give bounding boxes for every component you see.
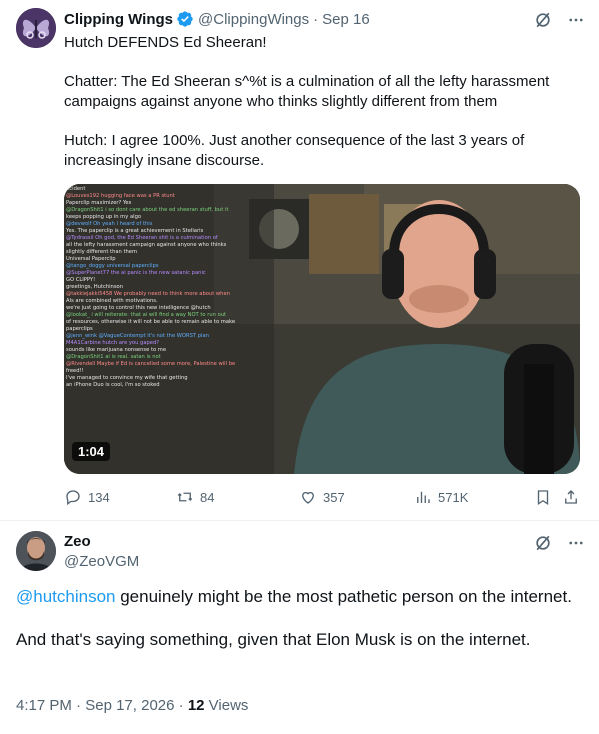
share-icon <box>565 490 577 504</box>
tweet-paragraph: Hutch: I agree 100%. Just another conseq… <box>64 132 525 169</box>
chat-line: of resources, otherwise it will not be a… <box>66 319 236 325</box>
share-button[interactable] <box>562 488 586 506</box>
tweet-header: Clipping Wings @ClippingWings · Sep 16 <box>64 10 370 28</box>
video-duration-badge: 1:04 <box>72 442 111 461</box>
chat-line: @Louves192 hugging face was a PR stunt <box>66 193 175 199</box>
more-icon[interactable] <box>567 534 585 552</box>
chat-line: @jenn_wink @VagueContempt it's not the W… <box>66 333 209 339</box>
chat-line: @tango_doggy universal paperclips <box>66 263 159 269</box>
tweet-paragraph: Hutch DEFENDS Ed Sheeran! <box>64 34 267 51</box>
views-count: 12 <box>187 697 205 714</box>
butterfly-scissors-logo <box>16 8 56 48</box>
views-chart-icon <box>417 491 430 503</box>
chat-line: @DragonShit1 i so dont care about the ed… <box>66 207 229 213</box>
chat-line: @Tydrassil Oh god, the Ed Sheeran shit i… <box>66 235 218 241</box>
quoted-tweet: Clipping Wings @ClippingWings · Sep 16 H… <box>0 0 599 521</box>
views-count: 571K <box>438 489 469 505</box>
tweet-meta: 4:17 PM · Sep 17, 2026 · 12 Views <box>16 697 248 714</box>
views-button[interactable]: 571K <box>414 488 468 506</box>
tweet-time[interactable]: 4:17 PM <box>16 697 72 714</box>
chat-line: @DragonShit1 ai is real. satan is not <box>66 354 161 360</box>
chat-line: greetings, Hutchinson <box>66 284 124 290</box>
main-tweet: Zeo @ZeoVGM @hutchinson genuinely might … <box>0 521 599 734</box>
reply-count: 134 <box>88 489 110 505</box>
chat-line: slightly different than them <box>66 249 138 255</box>
separator-dot: · <box>178 697 184 714</box>
tweet-text: @hutchinson genuinely might be the most … <box>16 585 576 671</box>
mention-link[interactable]: @hutchinson <box>16 587 116 606</box>
chat-line: keeps popping up in my algo <box>66 214 142 220</box>
separator-dot: · <box>313 10 319 28</box>
chat-line: Paperclip maximizer? Yes <box>66 200 132 206</box>
tweet-text-rest: genuinely might be the most pathetic per… <box>115 587 572 606</box>
video-player[interactable]: ncident @Louves192 hugging face was a PR… <box>64 184 580 474</box>
tweet-paragraph: Chatter: The Ed Sheeran s^%t is a culmin… <box>64 73 550 110</box>
chat-line: freed!! <box>66 368 84 374</box>
tweet-paragraph: And that's saying something, given that … <box>16 630 531 649</box>
chat-line: @SuperPlanet77 the ai panic is the new s… <box>66 270 206 276</box>
tweet-date[interactable]: Sep 16 <box>322 11 370 28</box>
author-name[interactable]: Zeo <box>64 533 91 550</box>
chat-line: @devwolf Oh yeah I heard of this <box>66 221 153 227</box>
separator-dot: · <box>76 697 82 714</box>
retweet-button[interactable]: 84 <box>176 488 214 506</box>
chat-line: ncident <box>66 186 86 192</box>
tweet-date[interactable]: Sep 17, 2026 <box>85 697 174 714</box>
chat-line: paperclips <box>66 326 93 332</box>
bookmark-button[interactable] <box>534 488 558 506</box>
tweet-paragraph: @hutchinson genuinely might be the most … <box>16 585 576 608</box>
clipping-wings-avatar[interactable] <box>16 8 56 48</box>
grok-icon[interactable] <box>533 10 553 30</box>
reply-button[interactable]: 134 <box>64 488 110 506</box>
bookmark-icon <box>537 490 549 506</box>
grok-icon[interactable] <box>533 533 553 553</box>
tweet-top-icons <box>533 10 585 30</box>
chat-line: all the lefty harassment campaign agains… <box>66 242 227 248</box>
reply-icon <box>66 490 80 506</box>
verified-badge-icon <box>176 10 194 28</box>
chat-line: Yes. The paperclip is a great achievemen… <box>66 228 204 234</box>
chat-line: M4A1Carbine hutch are you gaped? <box>66 340 160 346</box>
profile-photo <box>16 531 56 571</box>
chat-line: GO CLIPPY! <box>66 277 96 283</box>
tweet-action-bar: 134 84 357 571K <box>64 486 580 508</box>
views-label: Views <box>208 697 249 714</box>
heart-icon <box>302 491 314 504</box>
chat-line: I've managed to convince my wife that ge… <box>66 375 188 381</box>
author-handle[interactable]: @ZeoVGM <box>64 553 139 570</box>
retweet-icon <box>177 492 193 502</box>
chat-line: @lookat_ i will reiterate: that ai will … <box>66 312 227 318</box>
chat-line: an iPhone Duo is cool, I'm so stoked <box>66 382 160 388</box>
chat-line: @takkiejakki5458 We probably need to thi… <box>66 291 230 297</box>
retweet-count: 84 <box>200 489 215 505</box>
chat-line: @Rivendell Maybe if Ed is cancelled some… <box>66 361 236 367</box>
more-icon[interactable] <box>567 11 585 29</box>
chat-line: Universal Paperclip <box>66 256 116 262</box>
tweet-top-icons <box>533 533 585 553</box>
chat-line: we're just going to control this new int… <box>66 305 211 311</box>
like-count: 357 <box>323 489 345 505</box>
like-button[interactable]: 357 <box>299 488 345 506</box>
chat-line: AIs are combined with motivations. <box>66 298 158 304</box>
stream-chat-overlay: ncident @Louves192 hugging face was a PR… <box>66 186 266 389</box>
chat-line: sounds like marijuana nonsense to me <box>66 347 167 353</box>
author-name[interactable]: Clipping Wings <box>64 11 173 28</box>
tweet-text: Hutch DEFENDS Ed Sheeran! Chatter: The E… <box>64 33 574 190</box>
zeo-avatar[interactable] <box>16 531 56 571</box>
author-handle[interactable]: @ClippingWings <box>198 11 309 28</box>
